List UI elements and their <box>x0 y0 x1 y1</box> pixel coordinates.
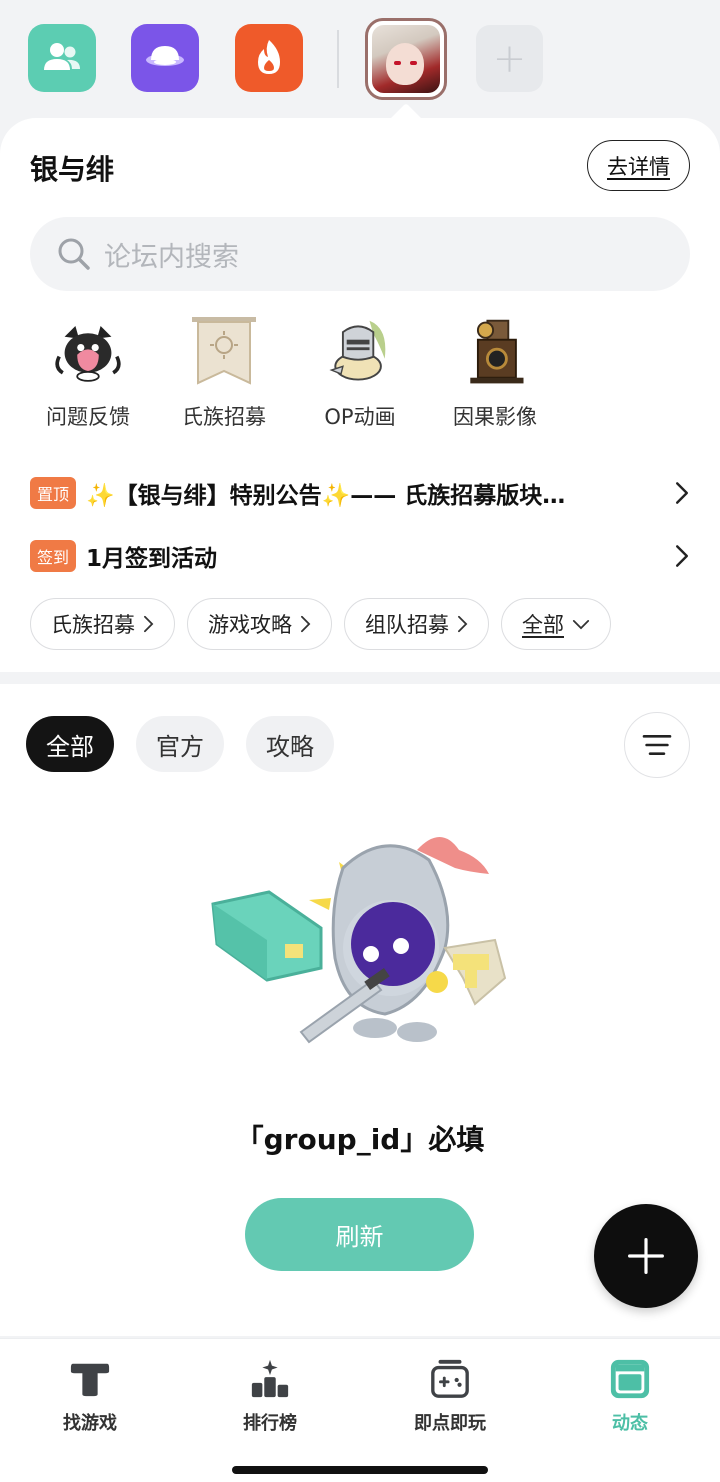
shortcut-label: OP动画 <box>324 405 396 429</box>
app-divider <box>337 30 339 88</box>
nav-label: 动态 <box>612 1413 648 1434</box>
app-switcher-bar: + <box>0 0 720 120</box>
menu-lines-icon <box>642 735 672 755</box>
chip-label: 游戏攻略 <box>208 613 292 637</box>
forum-title: 银与绯 <box>30 153 115 186</box>
filter-tab-official[interactable]: 官方 <box>136 716 224 772</box>
fire-app-button[interactable] <box>235 24 303 92</box>
find-games-icon <box>66 1355 114 1403</box>
filter-tab-all[interactable]: 全部 <box>26 716 114 772</box>
pinned-notice[interactable]: 置顶 ✨【银与绯】特别公告✨—— 氏族招募版块… <box>30 473 690 513</box>
search-icon <box>58 238 90 270</box>
notice-text: ✨【银与绯】特别公告✨—— 氏族招募版块… <box>86 483 566 509</box>
category-chips: 氏族招募 游戏攻略 组队招募 全部 <box>30 598 623 650</box>
shortcut-label: 因果影像 <box>453 405 537 429</box>
sort-button[interactable] <box>624 712 690 778</box>
feed-icon <box>606 1355 654 1403</box>
shortcut-clan-recruit[interactable]: 氏族招募 <box>154 313 294 431</box>
chevron-right-icon <box>300 615 311 633</box>
create-post-button[interactable] <box>594 1204 698 1308</box>
game-avatar <box>372 25 440 93</box>
home-indicator <box>232 1466 488 1474</box>
refresh-button[interactable]: 刷新 <box>245 1198 474 1271</box>
nav-label: 即点即玩 <box>414 1413 486 1434</box>
nav-find-games[interactable]: 找游戏 <box>0 1355 180 1435</box>
chip-team-recruit[interactable]: 组队招募 <box>344 598 489 650</box>
chip-all[interactable]: 全部 <box>501 598 611 650</box>
search-input[interactable]: 论坛内搜索 <box>30 217 690 291</box>
plus-icon: + <box>492 35 527 82</box>
shortcut-grid: 问题反馈 氏族招募 OP动画 因果影像 <box>0 313 720 443</box>
chevron-right-icon <box>660 478 690 508</box>
checkin-notice[interactable]: 签到 1月签到活动 <box>30 536 690 576</box>
empty-state-message: 「group_id」必填 <box>235 1123 485 1156</box>
nav-feed[interactable]: 动态 <box>540 1355 720 1435</box>
shortcut-causal-images[interactable]: 因果影像 <box>425 313 565 431</box>
search-placeholder: 论坛内搜索 <box>104 241 239 273</box>
planet-icon <box>146 46 184 66</box>
nav-label: 找游戏 <box>63 1413 117 1434</box>
feed-filter-tabs: 全部 官方 攻略 <box>26 716 356 772</box>
detail-button[interactable]: 去详情 <box>587 140 690 191</box>
shortcut-feedback[interactable]: 问题反馈 <box>18 313 158 431</box>
nav-label: 排行榜 <box>243 1413 297 1434</box>
chip-game-guide[interactable]: 游戏攻略 <box>187 598 332 650</box>
nav-instant-play[interactable]: 即点即玩 <box>360 1355 540 1435</box>
camera-icon <box>455 313 535 393</box>
bottom-navigation: 找游戏 排行榜 即点即玩 动态 <box>0 1338 720 1482</box>
filter-tab-guide[interactable]: 攻略 <box>246 716 334 772</box>
planet-app-button[interactable] <box>131 24 199 92</box>
gamepad-icon <box>426 1355 474 1403</box>
pinned-tag: 置顶 <box>30 477 77 509</box>
chip-label: 组队招募 <box>365 613 449 637</box>
shortcut-op-animation[interactable]: OP动画 <box>290 313 430 431</box>
empty-state-knight-illustration <box>211 837 507 1044</box>
chip-label: 氏族招募 <box>51 613 135 637</box>
knight-icon <box>320 313 400 393</box>
shortcut-label: 氏族招募 <box>182 405 266 429</box>
feedback-mascot-icon <box>48 313 128 393</box>
chip-label: 全部 <box>522 613 564 637</box>
friends-app-button[interactable] <box>28 24 96 92</box>
add-app-button[interactable]: + <box>476 25 543 92</box>
forum-panel: 银与绯 去详情 论坛内搜索 问题反馈 氏族招募 OP动画 因果影像 置顶 ✨【银… <box>0 118 720 672</box>
shortcut-label: 问题反馈 <box>46 405 130 429</box>
leaderboard-icon <box>246 1355 294 1403</box>
chevron-right-icon <box>660 541 690 571</box>
people-icon <box>44 43 80 70</box>
chevron-right-icon <box>143 615 154 633</box>
nav-leaderboard[interactable]: 排行榜 <box>180 1355 360 1435</box>
plus-icon <box>628 1238 664 1274</box>
notice-text: 1月签到活动 <box>86 546 218 572</box>
chip-clan-recruit[interactable]: 氏族招募 <box>30 598 175 650</box>
clan-banner-icon <box>184 313 264 393</box>
checkin-tag: 签到 <box>30 540 77 572</box>
chevron-right-icon <box>457 615 468 633</box>
chevron-down-icon <box>572 619 590 630</box>
fire-icon <box>258 40 280 74</box>
game-app-button[interactable] <box>365 18 447 100</box>
